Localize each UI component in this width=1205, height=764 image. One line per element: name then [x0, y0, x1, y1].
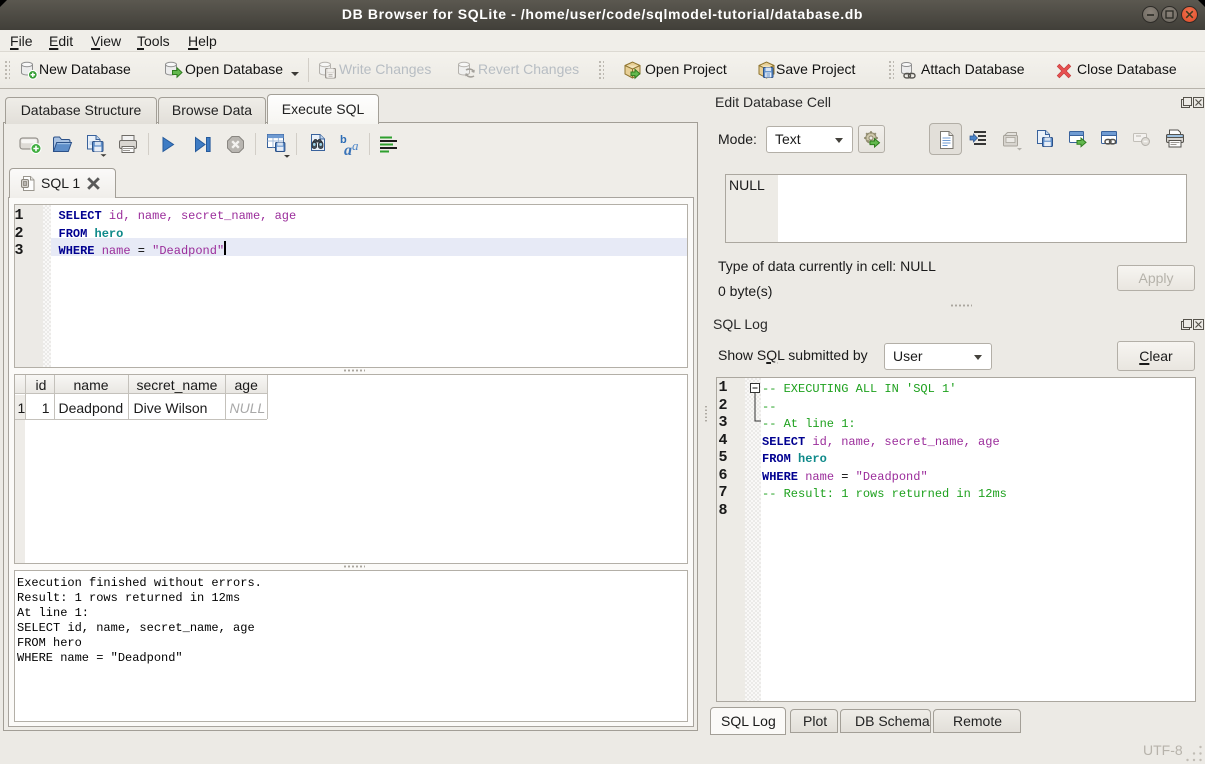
- svg-text:a: a: [344, 142, 352, 157]
- svg-text:a: a: [352, 138, 359, 153]
